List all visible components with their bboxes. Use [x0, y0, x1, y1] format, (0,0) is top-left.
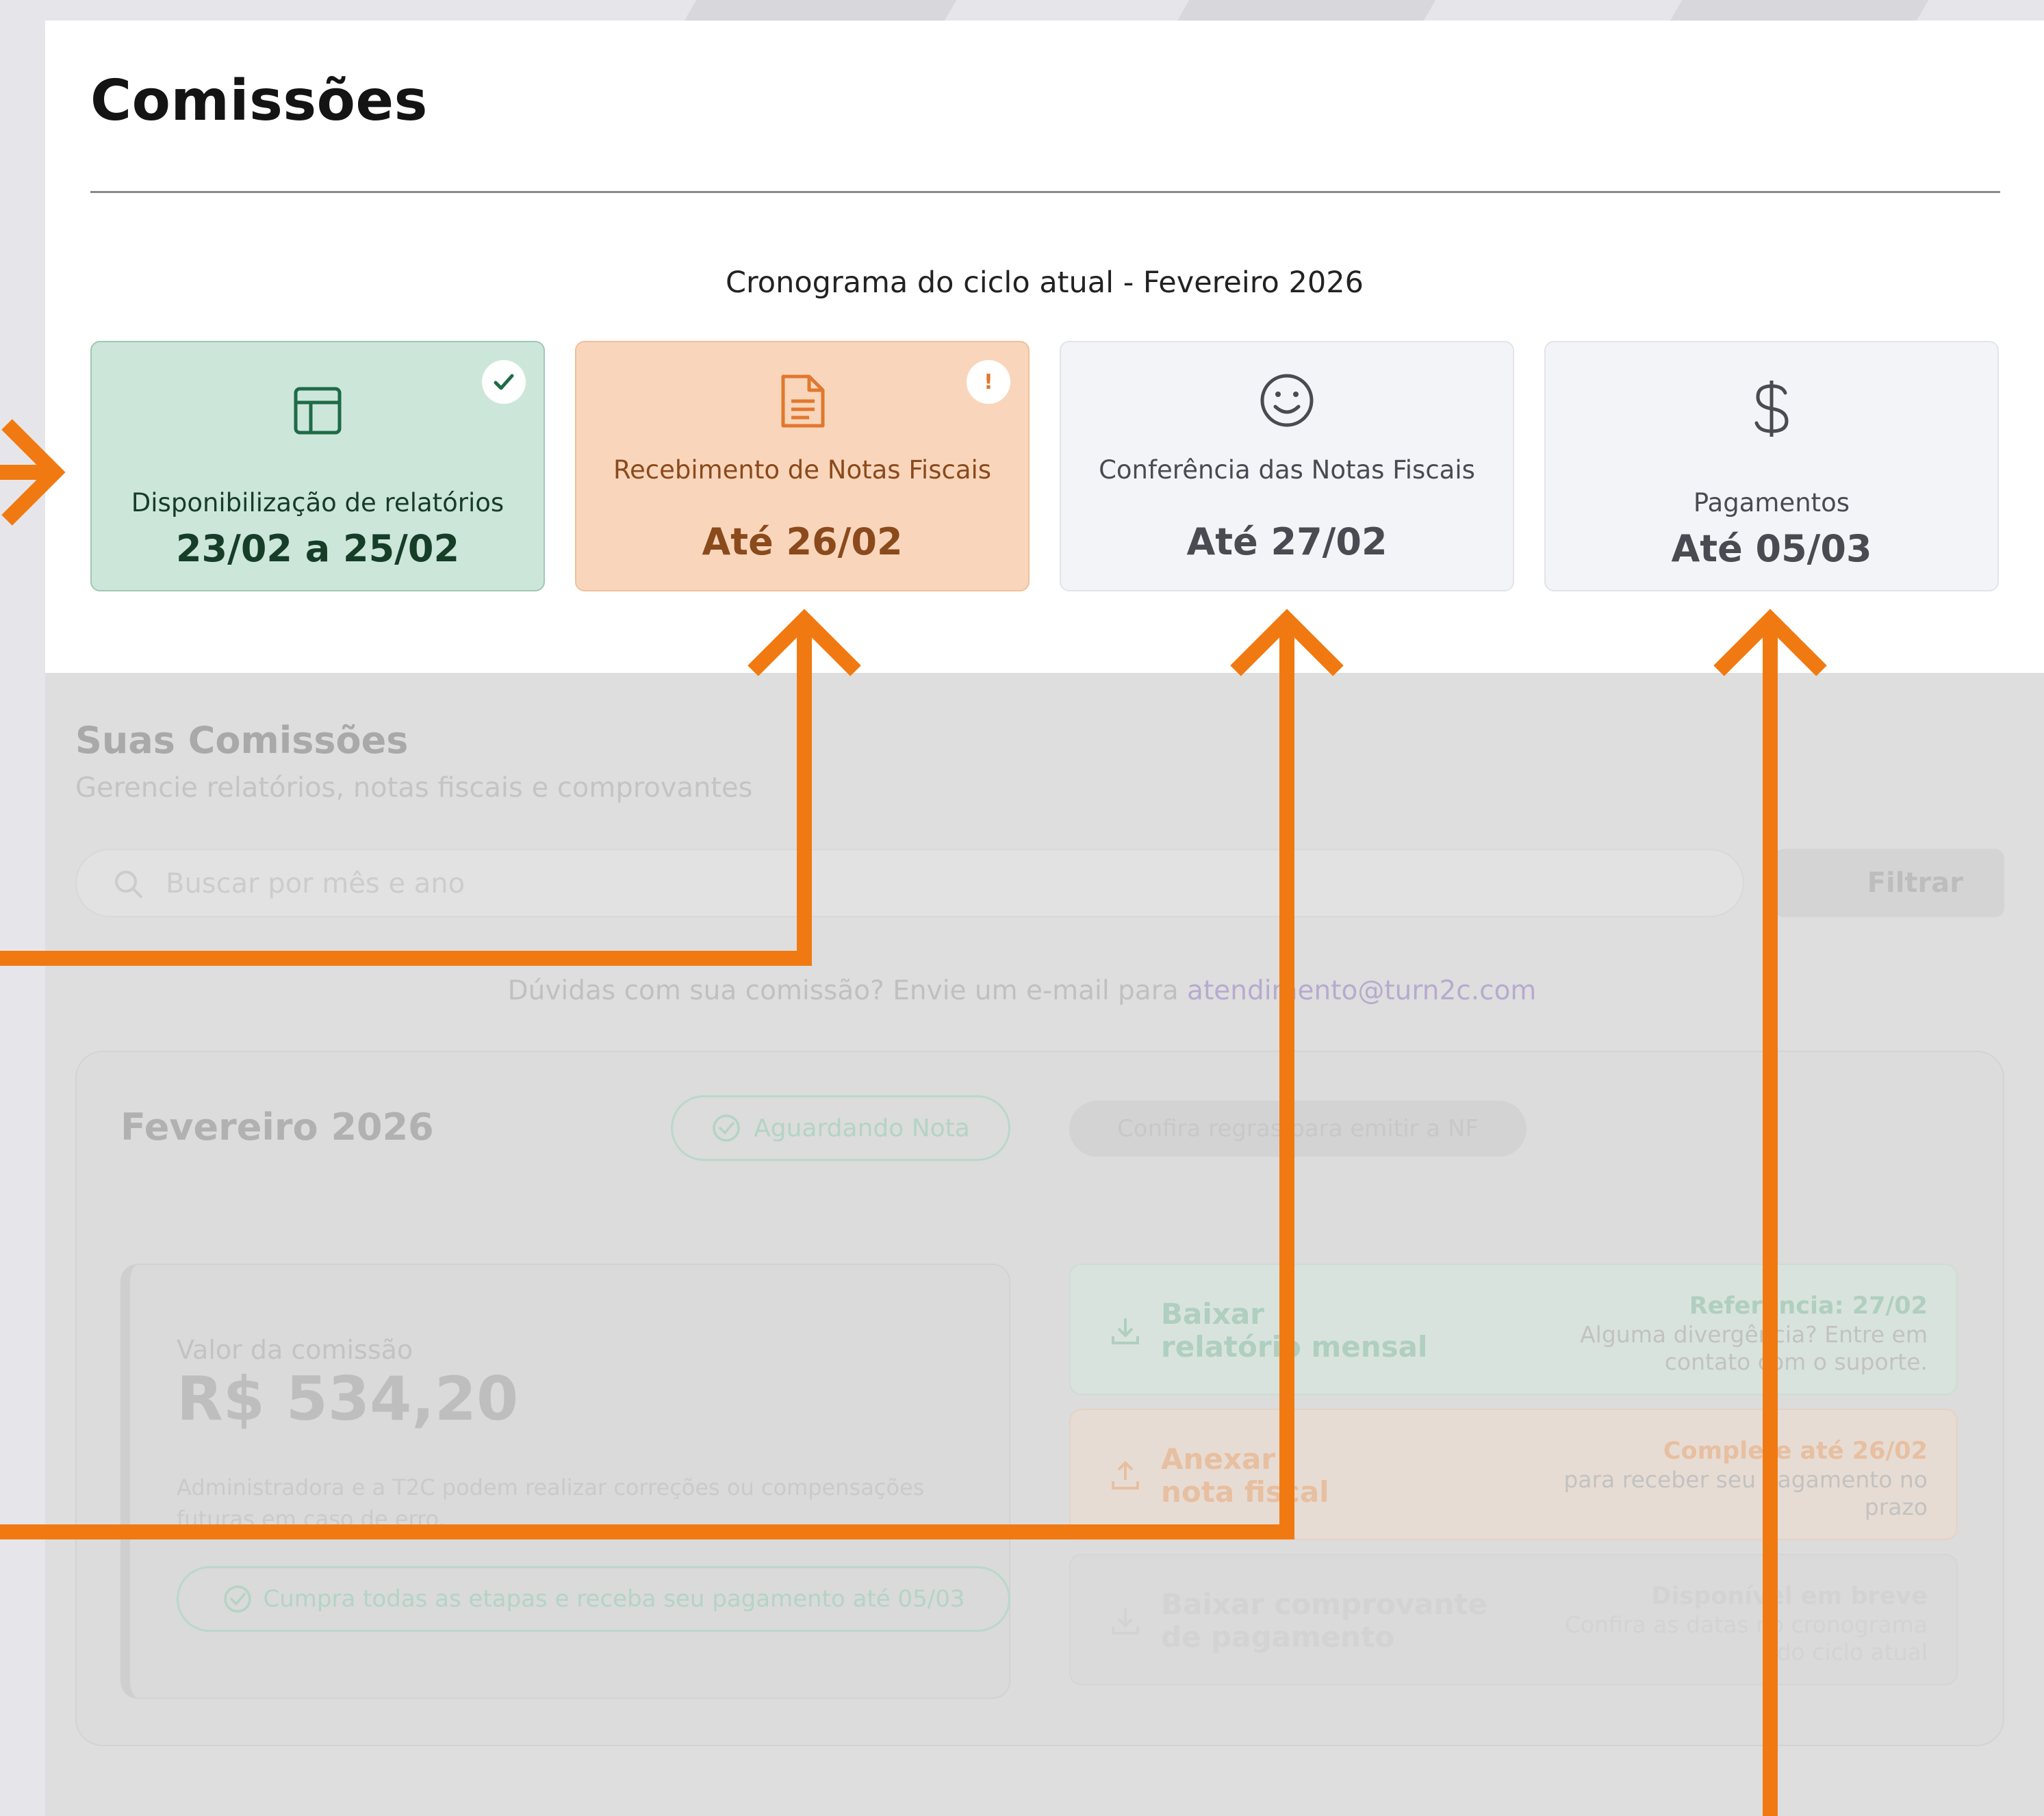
- search-icon: [112, 868, 145, 904]
- commission-value-note: Administradora e a T2C podem realizar co…: [177, 1474, 925, 1532]
- schedule-panel: Comissões Cronograma do ciclo atual - Fe…: [45, 21, 2044, 673]
- schedule-step-invoices: ! Recebimento de Notas Fiscais Até 26/02: [575, 341, 1030, 591]
- deadline-chip-label: Cumpra todas as etapas e receba seu paga…: [263, 1585, 965, 1613]
- help-text-label: Dúvidas com sua comissão? Envie um e-mai…: [507, 975, 1188, 1006]
- smile-icon: [1061, 372, 1513, 429]
- action-title-line-2: nota fiscal: [1161, 1475, 1329, 1509]
- deadline-chip: Cumpra todas as etapas e receba seu paga…: [177, 1566, 1010, 1632]
- action-title-line-2: de pagamento: [1161, 1620, 1395, 1654]
- support-email-link[interactable]: atendimento@turn2c.com: [1187, 975, 1536, 1006]
- schedule-step-reports: Disponibilização de relatórios 23/02 a 2…: [90, 341, 545, 591]
- action-title-line-2: relatório mensal: [1161, 1330, 1428, 1364]
- search-placeholder: Buscar por mês e ano: [166, 868, 465, 899]
- document-icon: [576, 372, 1028, 430]
- layout-icon: [92, 385, 544, 437]
- download-icon: [1109, 1314, 1142, 1350]
- action-title-line-1: Anexar: [1161, 1442, 1276, 1476]
- dollar-icon: [1546, 378, 1997, 439]
- step-label: Disponibilização de relatórios: [131, 488, 504, 517]
- section-title: Suas Comissões: [75, 719, 409, 762]
- filter-button[interactable]: Filtrar: [1774, 849, 2004, 917]
- schedule-step-review: Conferência das Notas Fiscais Até 27/02: [1060, 341, 1514, 591]
- step-date: Até 05/03: [1671, 527, 1872, 570]
- attach-invoice-action[interactable]: Anexar nota fiscal Complete até 26/02 par…: [1069, 1409, 1958, 1540]
- check-circle-icon: [713, 1114, 740, 1142]
- step-date: 23/02 a 25/02: [175, 527, 460, 570]
- rules-link-chip[interactable]: Confira regras para emitir a NF: [1069, 1101, 1526, 1157]
- page-title: Comissões: [90, 68, 428, 133]
- action-side-title: Disponível em breve: [1651, 1583, 1928, 1610]
- download-receipt-action[interactable]: Baixar comprovante de pagamento Disponíve…: [1069, 1554, 1958, 1685]
- upload-icon: [1109, 1459, 1142, 1495]
- status-chip: Aguardando Nota: [671, 1095, 1010, 1161]
- search-input[interactable]: Buscar por mês e ano: [75, 849, 1744, 917]
- step-label: Recebimento de Notas Fiscais: [613, 455, 992, 485]
- action-title: Anexar nota fiscal: [1161, 1443, 1329, 1509]
- section-subtitle: Gerencie relatórios, notas fiscais e com…: [75, 772, 753, 804]
- check-circle-icon: [223, 1585, 251, 1613]
- download-report-action[interactable]: Baixar relatório mensal Referência: 27/02…: [1069, 1264, 1958, 1395]
- step-date: Até 26/02: [702, 520, 903, 563]
- title-divider: [90, 191, 2000, 193]
- help-text: Dúvidas com sua comissão? Envie um e-mai…: [0, 975, 2044, 1006]
- schedule-heading: Cronograma do ciclo atual - Fevereiro 20…: [726, 266, 1364, 300]
- commission-value-amount: R$ 534,20: [177, 1364, 519, 1434]
- step-label: Pagamentos: [1693, 488, 1850, 517]
- commission-value-label: Valor da comissão: [177, 1335, 413, 1365]
- step-label: Conferência das Notas Fiscais: [1099, 455, 1475, 485]
- action-side-desc: Confira as datas no cronograma do ciclo …: [1564, 1611, 1928, 1665]
- action-title: Baixar relatório mensal: [1161, 1298, 1427, 1364]
- action-side-title: Complete até 26/02: [1663, 1437, 1928, 1465]
- step-date: Até 27/02: [1186, 520, 1388, 563]
- schedule-step-payments: Pagamentos Até 05/03: [1544, 341, 1999, 591]
- action-side-desc: Alguma divergência? Entre em contato com…: [1580, 1321, 1928, 1375]
- action-side-title: Referência: 27/02: [1689, 1292, 1928, 1320]
- action-title: Baixar comprovante de pagamento: [1161, 1588, 1487, 1654]
- month-title: Fevereiro 2026: [120, 1105, 434, 1149]
- action-title-line-1: Baixar comprovante: [1161, 1587, 1487, 1621]
- action-title-line-1: Baixar: [1161, 1297, 1264, 1331]
- download-icon: [1109, 1604, 1142, 1640]
- status-chip-label: Aguardando Nota: [754, 1114, 970, 1142]
- action-side-desc: para receber seu pagamento no prazo: [1563, 1466, 1928, 1520]
